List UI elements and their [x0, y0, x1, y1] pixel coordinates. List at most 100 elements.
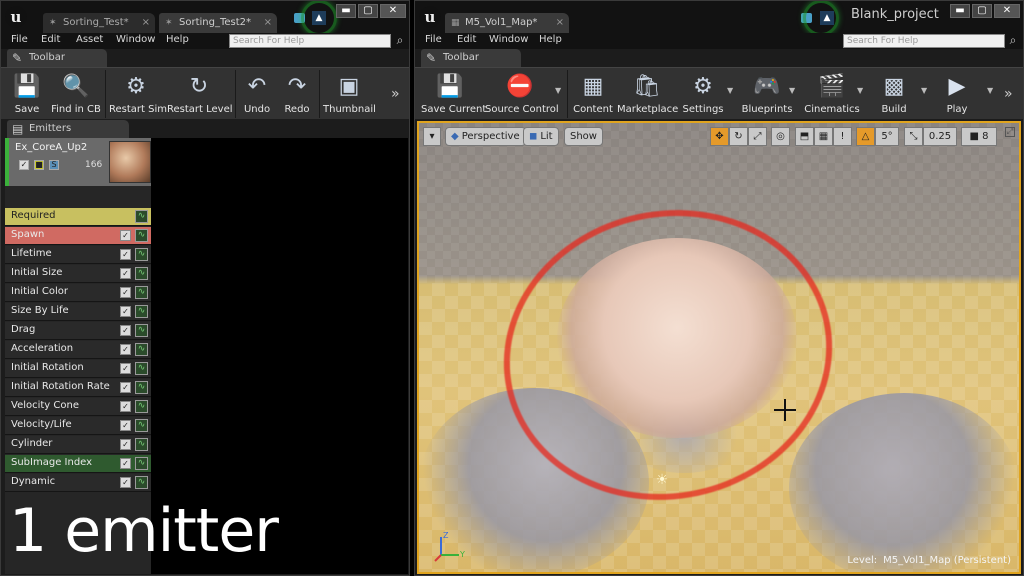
help-search-input[interactable]: Search For Help: [229, 34, 391, 48]
build-dropdown-icon[interactable]: ▼: [921, 86, 927, 95]
build-button[interactable]: ▩ Build: [873, 70, 915, 118]
menu-edit[interactable]: Edit: [41, 34, 60, 45]
tab-map[interactable]: ▦ M5_Vol1_Map* ×: [445, 13, 569, 33]
module-row[interactable]: SubImage Index ✓ ∿: [5, 455, 151, 473]
help-search-input[interactable]: Search For Help: [843, 34, 1005, 48]
module-enable-checkbox[interactable]: ✓: [120, 439, 131, 450]
maximize-button[interactable]: ▢: [972, 4, 992, 18]
module-enable-checkbox[interactable]: ✓: [120, 363, 131, 374]
module-enable-checkbox[interactable]: ✓: [120, 458, 131, 469]
emitters-panel[interactable]: Ex_CoreA_Up2 ✓ ■ S 166 Required ∿ Spawn ✓ ∿ L…: [5, 138, 408, 574]
menu-asset[interactable]: Asset: [76, 34, 103, 45]
world-local-icon[interactable]: ◎: [771, 127, 790, 146]
module-row[interactable]: Initial Size ✓ ∿: [5, 265, 151, 283]
toolbar-panel-tab[interactable]: ✎ Toolbar: [421, 49, 521, 67]
module-enable-checkbox[interactable]: ✓: [120, 344, 131, 355]
curve-editor-icon[interactable]: ∿: [135, 381, 148, 394]
minimize-button[interactable]: ▬: [336, 4, 356, 18]
menu-help[interactable]: Help: [166, 34, 189, 45]
curve-editor-icon[interactable]: ∿: [135, 476, 148, 489]
level-viewport[interactable]: ☀ ▾ ◆ Perspective ◼ Lit Show ✥ ↻ ⤢ ◎ ⬒ ▦ !…: [417, 121, 1021, 574]
scale-tool-icon[interactable]: ⤢: [748, 127, 767, 146]
toolbar-overflow-icon[interactable]: »: [1004, 86, 1013, 102]
curve-editor-icon[interactable]: ∿: [135, 267, 148, 280]
emitter-solo-icon[interactable]: ■: [34, 160, 44, 170]
module-row[interactable]: Velocity Cone ✓ ∿: [5, 398, 151, 416]
emitter-header[interactable]: Ex_CoreA_Up2 ✓ ■ S 166: [5, 138, 151, 186]
module-row[interactable]: Initial Rotation ✓ ∿: [5, 360, 151, 378]
module-enable-checkbox[interactable]: ✓: [120, 268, 131, 279]
restart-level-button[interactable]: ↻ Restart Level: [167, 70, 233, 118]
menu-file[interactable]: File: [11, 34, 28, 45]
camera-speed[interactable]: ■ 8: [961, 127, 997, 146]
menu-edit[interactable]: Edit: [457, 34, 476, 45]
module-row[interactable]: Initial Color ✓ ∿: [5, 284, 151, 302]
save-button[interactable]: 💾 Save: [7, 70, 47, 118]
curve-editor-icon[interactable]: ∿: [135, 324, 148, 337]
module-row[interactable]: Velocity/Life ✓ ∿: [5, 417, 151, 435]
rotation-snap-icon[interactable]: △: [856, 127, 875, 146]
module-enable-checkbox[interactable]: ✓: [120, 230, 131, 241]
module-row[interactable]: Acceleration ✓ ∿: [5, 341, 151, 359]
scale-snap-icon[interactable]: ⤡: [904, 127, 923, 146]
toolbar-overflow-icon[interactable]: »: [391, 86, 400, 102]
module-row[interactable]: Initial Rotation Rate ✓ ∿: [5, 379, 151, 397]
grid-snap-icon[interactable]: ▦: [814, 127, 833, 146]
grid-size-icon[interactable]: !: [833, 127, 852, 146]
restart-sim-button[interactable]: ⚙ Restart Sim: [109, 70, 167, 118]
module-enable-checkbox[interactable]: ✓: [120, 249, 131, 260]
search-icon[interactable]: ⌕: [1006, 34, 1020, 48]
curve-editor-icon[interactable]: ∿: [135, 343, 148, 356]
unreal-logo-icon[interactable]: u: [419, 6, 441, 28]
close-icon[interactable]: ×: [264, 13, 272, 33]
source-control-button[interactable]: ⛔ Source Control: [485, 70, 559, 118]
marketplace-button[interactable]: 🛍 Marketplace: [617, 70, 678, 118]
cinematics-button[interactable]: 🎬 Cinematics: [803, 70, 861, 118]
play-button[interactable]: ▶ Play: [937, 70, 977, 118]
module-row[interactable]: Cylinder ✓ ∿: [5, 436, 151, 454]
light-source-icon[interactable]: ☀: [651, 473, 673, 487]
curve-editor-icon[interactable]: ∿: [135, 305, 148, 318]
minimize-button[interactable]: ▬: [950, 4, 970, 18]
emitter-enable-checkbox[interactable]: ✓: [19, 160, 29, 170]
viewport-options-button[interactable]: ▾: [423, 127, 441, 146]
curve-editor-icon[interactable]: ∿: [135, 438, 148, 451]
module-row[interactable]: Size By Life ✓ ∿: [5, 303, 151, 321]
module-enable-checkbox[interactable]: ✓: [120, 382, 131, 393]
module-row[interactable]: Lifetime ✓ ∿: [5, 246, 151, 264]
settings-dropdown-icon[interactable]: ▼: [727, 86, 733, 95]
module-enable-checkbox[interactable]: ✓: [120, 477, 131, 488]
save-current-button[interactable]: 💾 Save Current: [421, 70, 486, 118]
maximize-viewport-icon[interactable]: ⤢: [1005, 127, 1015, 137]
blueprints-dropdown-icon[interactable]: ▼: [789, 86, 795, 95]
menu-file[interactable]: File: [425, 34, 442, 45]
close-button[interactable]: ✕: [994, 4, 1020, 18]
module-row[interactable]: Drag ✓ ∿: [5, 322, 151, 340]
toolbar-panel-tab[interactable]: ✎ Toolbar: [7, 49, 107, 67]
tab-sorting-test2[interactable]: ✶ Sorting_Test2* ×: [159, 13, 277, 33]
curve-editor-icon[interactable]: ∿: [135, 248, 148, 261]
module-enable-checkbox[interactable]: ✓: [120, 401, 131, 412]
cinematics-dropdown-icon[interactable]: ▼: [857, 86, 863, 95]
module-row[interactable]: Spawn ✓ ∿: [5, 227, 151, 245]
perspective-button[interactable]: ◆ Perspective: [445, 127, 526, 146]
find-in-cb-button[interactable]: 🔍 Find in CB: [51, 70, 101, 118]
curve-editor-icon[interactable]: ∿: [135, 362, 148, 375]
module-enable-checkbox[interactable]: ✓: [120, 325, 131, 336]
translate-tool-icon[interactable]: ✥: [710, 127, 729, 146]
blueprints-button[interactable]: 🎮 Blueprints: [739, 70, 795, 118]
settings-button[interactable]: ⚙ Settings: [681, 70, 725, 118]
rotate-tool-icon[interactable]: ↻: [729, 127, 748, 146]
unreal-logo-icon[interactable]: u: [5, 6, 27, 28]
learn-icon[interactable]: ▲: [820, 11, 834, 25]
curve-editor-icon[interactable]: ∿: [135, 229, 148, 242]
maximize-button[interactable]: ▢: [358, 4, 378, 18]
show-button[interactable]: Show: [564, 127, 603, 146]
menu-help[interactable]: Help: [539, 34, 562, 45]
emitter-render-mode-icon[interactable]: S: [49, 160, 59, 170]
menu-window[interactable]: Window: [116, 34, 155, 45]
curve-editor-icon[interactable]: ∿: [135, 286, 148, 299]
module-enable-checkbox[interactable]: ✓: [120, 306, 131, 317]
curve-editor-icon[interactable]: ∿: [135, 400, 148, 413]
emitters-panel-tab[interactable]: ▤ Emitters: [7, 120, 129, 138]
